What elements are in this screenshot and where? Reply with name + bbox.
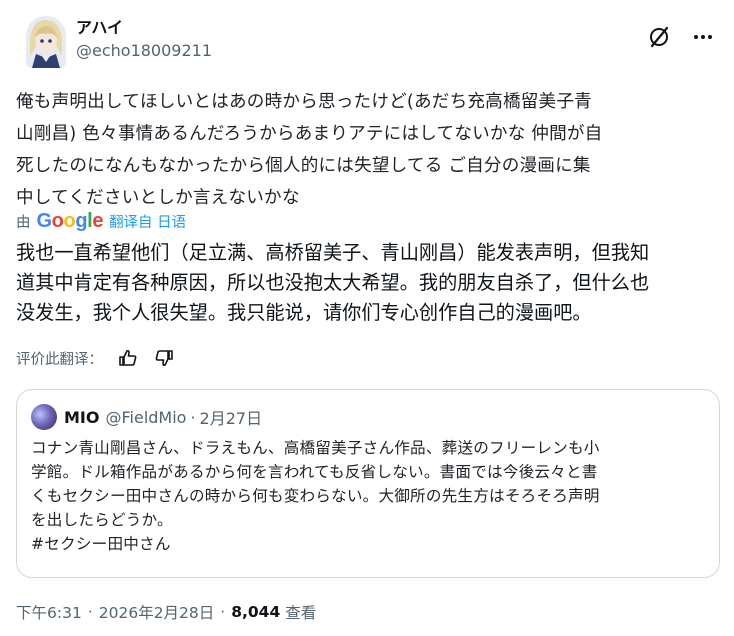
author-handle[interactable]: @echo18009211	[76, 40, 212, 62]
quoted-date: 2月27日	[199, 409, 263, 428]
translation-attribution: 由 Google 翻译自 日语	[16, 208, 186, 234]
quoted-tweet[interactable]: MIO @FieldMio · 2月27日 コナン青山剛昌さん、ドラえもん、高橋…	[16, 389, 720, 578]
google-logo: Google	[36, 209, 104, 232]
quoted-author-avatar	[31, 404, 57, 430]
tweet-date[interactable]: 2026年2月28日	[99, 601, 215, 623]
quoted-tweet-header: MIO @FieldMio · 2月27日	[31, 404, 262, 430]
thumbs-up-icon[interactable]	[117, 347, 139, 369]
rate-translation: 评价此翻译：	[16, 344, 175, 372]
views-count: 8,044	[231, 603, 281, 621]
quoted-tweet-text: コナン青山剛昌さん、ドラえもん、高橋留美子さん作品、葬送のフリーレンも小 学館。…	[31, 439, 600, 553]
thumbs-down-icon[interactable]	[153, 347, 175, 369]
more-icon[interactable]	[690, 24, 716, 50]
author-display-name[interactable]: アハイ	[76, 18, 212, 38]
rate-label: 评价此翻译：	[16, 351, 103, 368]
tweet-original-text: 俺も声明出してほしいとはあの時から思ったけど(あだち充高橋留美子青 山剛昌) 色…	[16, 92, 603, 208]
quoted-separator: ·	[190, 407, 196, 427]
tweet-translated-text: 我也一直希望他们（足立满、高桥留美子、青山刚昌）能发表声明，但我知 道其中肯定有…	[16, 241, 650, 324]
grok-icon[interactable]	[646, 24, 672, 50]
tweet-meta: 下午6:31 · 2026年2月28日 · 8,044 查看	[16, 600, 316, 624]
author-avatar[interactable]	[26, 16, 66, 68]
translated-by-prefix: 由	[16, 214, 31, 231]
meta-separator: ·	[87, 603, 93, 621]
translated-from-link[interactable]: 翻译自 日语	[109, 211, 186, 232]
quoted-author-handle: @FieldMio	[105, 407, 187, 427]
tweet-time[interactable]: 下午6:31	[16, 601, 82, 623]
meta-separator-2: ·	[220, 603, 226, 621]
tweet-header: アハイ @echo18009211	[16, 12, 718, 68]
views-label: 查看	[285, 604, 317, 622]
quoted-author-name: MIO	[64, 407, 100, 427]
